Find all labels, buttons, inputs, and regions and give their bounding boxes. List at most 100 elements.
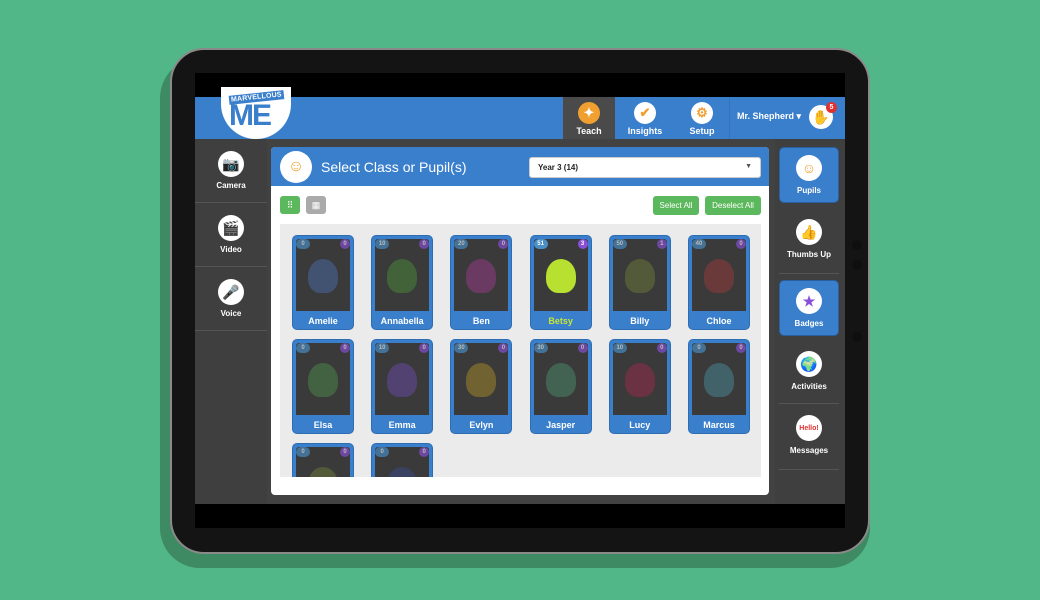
pupil-card[interactable]: 30 0 Evlyn xyxy=(450,339,513,434)
tool-label: Pupils xyxy=(796,186,821,195)
pupil-avatar xyxy=(296,239,350,311)
points-badge: 10 xyxy=(375,239,390,249)
large-grid-view-button[interactable]: ▦ xyxy=(306,196,326,214)
pupil-card[interactable]: 10 0 Annabella xyxy=(371,235,434,330)
side-button xyxy=(852,240,862,250)
monster-icon xyxy=(466,363,497,397)
tool-voice[interactable]: 🎤 Voice xyxy=(195,267,267,331)
pupil-card[interactable]: 0 0 Marcus xyxy=(688,339,750,434)
pupil-name: Ben xyxy=(472,316,490,326)
side-button xyxy=(852,260,862,270)
monster-icon xyxy=(624,259,655,293)
tool-messages[interactable]: Hello! Messages xyxy=(779,407,839,463)
pupil-avatar xyxy=(533,343,588,415)
tool-activities[interactable]: 🌍 Activities xyxy=(779,343,839,399)
select-all-button[interactable]: Select All xyxy=(653,196,699,215)
monster-icon xyxy=(545,259,576,293)
tablet-screen: MARVELLOUS ME ✦ Teach ✔ Insights ⚙ Setup… xyxy=(195,73,845,528)
chevron-down-icon: ▼ xyxy=(745,163,752,170)
top-bar: MARVELLOUS ME ✦ Teach ✔ Insights ⚙ Setup… xyxy=(195,87,845,139)
small-grid-view-button[interactable]: ⠿ xyxy=(280,196,300,214)
nav-insights[interactable]: ✔ Insights xyxy=(617,97,673,139)
microphone-icon: 🎤 xyxy=(218,279,244,305)
points-badge: 10 xyxy=(612,343,627,353)
pupil-avatar xyxy=(375,239,430,311)
panel-header: ☺ Select Class or Pupil(s) Year 3 (14) ▼ xyxy=(271,147,769,186)
monster-icon xyxy=(624,363,655,397)
video-clapper-icon: 🎬 xyxy=(218,215,244,241)
tool-label: Activities xyxy=(791,382,827,391)
pupil-card[interactable]: 50 1 Billy xyxy=(608,235,671,330)
tool-label: Messages xyxy=(789,446,829,455)
badges-count: 3 xyxy=(577,239,588,249)
tool-badges[interactable]: ★ Badges xyxy=(779,280,839,336)
pupil-name: Amelie xyxy=(308,316,338,326)
monster-icon xyxy=(704,259,734,293)
pupil-card[interactable]: 10 0 Emma xyxy=(371,339,434,434)
monster-icon xyxy=(387,363,418,397)
pupil-card[interactable]: 40 0 Chloe xyxy=(688,235,750,330)
small-grid-icon: ⠿ xyxy=(286,199,294,210)
points-badge: 40 xyxy=(692,239,706,249)
pupil-card[interactable]: 30 0 Jasper xyxy=(529,339,592,434)
pupil-card[interactable]: 20 0 Ben xyxy=(450,235,513,330)
divider xyxy=(779,403,839,404)
pupil-avatar xyxy=(612,239,667,311)
monster-icon xyxy=(308,363,338,397)
points-badge: 0 xyxy=(375,447,390,457)
nav-setup[interactable]: ⚙ Setup xyxy=(675,97,729,139)
pupil-avatar xyxy=(454,343,509,415)
pupil-grid[interactable]: 0 0 Amelie 10 0 Annabella 20 0 Ben 51 3 Betsy 50 1 Bil… xyxy=(280,224,761,477)
pupil-card[interactable]: 0 0 Amelie xyxy=(292,235,354,330)
pupil-card[interactable]: 00 xyxy=(371,443,434,477)
badges-count: 0 xyxy=(656,343,667,353)
tablet-side-buttons xyxy=(848,240,868,350)
teach-star-icon: ✦ xyxy=(578,102,600,124)
user-menu[interactable]: Mr. Shepherd ▾ xyxy=(737,111,801,122)
pupil-name: Annabella xyxy=(380,316,424,326)
tool-label: Voice xyxy=(220,309,242,318)
left-toolbar: 📷 Camera 🎬 Video 🎤 Voice xyxy=(195,139,267,504)
divider xyxy=(779,469,839,470)
pupil-avatar xyxy=(454,239,509,311)
badges-count: 0 xyxy=(736,343,746,353)
tool-pupils[interactable]: ☺ Pupils xyxy=(779,147,839,203)
pupil-card[interactable]: 0 0 Elsa xyxy=(292,339,354,434)
tool-video[interactable]: 🎬 Video xyxy=(195,203,267,267)
pupil-avatar xyxy=(296,343,350,415)
tool-camera[interactable]: 📷 Camera xyxy=(195,139,267,203)
badges-count: 0 xyxy=(340,239,350,249)
pupil-card[interactable]: 10 0 Lucy xyxy=(608,339,671,434)
nav-teach[interactable]: ✦ Teach xyxy=(563,97,615,139)
pupil-name: Lucy xyxy=(629,420,651,430)
points-badge: 50 xyxy=(612,239,627,249)
logo[interactable]: MARVELLOUS ME xyxy=(221,87,291,139)
tool-thumbs-up[interactable]: 👍 Thumbs Up xyxy=(779,211,839,267)
tool-label: Video xyxy=(220,245,242,254)
points-badge: 20 xyxy=(454,239,469,249)
pupil-avatar xyxy=(692,343,746,415)
user-name: Mr. Shepherd xyxy=(737,111,795,121)
pupil-avatar xyxy=(692,239,746,311)
points-badge: 0 xyxy=(296,447,310,457)
side-button xyxy=(852,332,862,342)
class-select[interactable]: Year 3 (14) ▼ xyxy=(529,157,761,178)
gear-icon: ⚙ xyxy=(691,102,713,124)
points-badge: 51 xyxy=(533,239,548,249)
badges-count: 0 xyxy=(340,447,350,457)
chevron-down-icon: ▾ xyxy=(796,111,802,121)
monster-icon xyxy=(466,259,497,293)
deselect-all-button[interactable]: Deselect All xyxy=(705,196,761,215)
points-badge: 30 xyxy=(454,343,469,353)
pupil-name: Billy xyxy=(630,316,650,326)
monster-icon xyxy=(387,259,418,293)
pupil-card[interactable]: 51 3 Betsy xyxy=(529,235,592,330)
notification-badge: 5 xyxy=(826,102,837,113)
monster-icon xyxy=(704,363,734,397)
points-badge: 0 xyxy=(296,239,310,249)
pupil-card[interactable]: 00 xyxy=(292,443,354,477)
right-toolbar: ☺ Pupils 👍 Thumbs Up ★ Badges 🌍 Activiti… xyxy=(775,139,845,504)
checkmark-icon: ✔ xyxy=(634,102,656,124)
large-grid-icon: ▦ xyxy=(311,199,321,210)
camera-icon: 📷 xyxy=(218,151,244,177)
